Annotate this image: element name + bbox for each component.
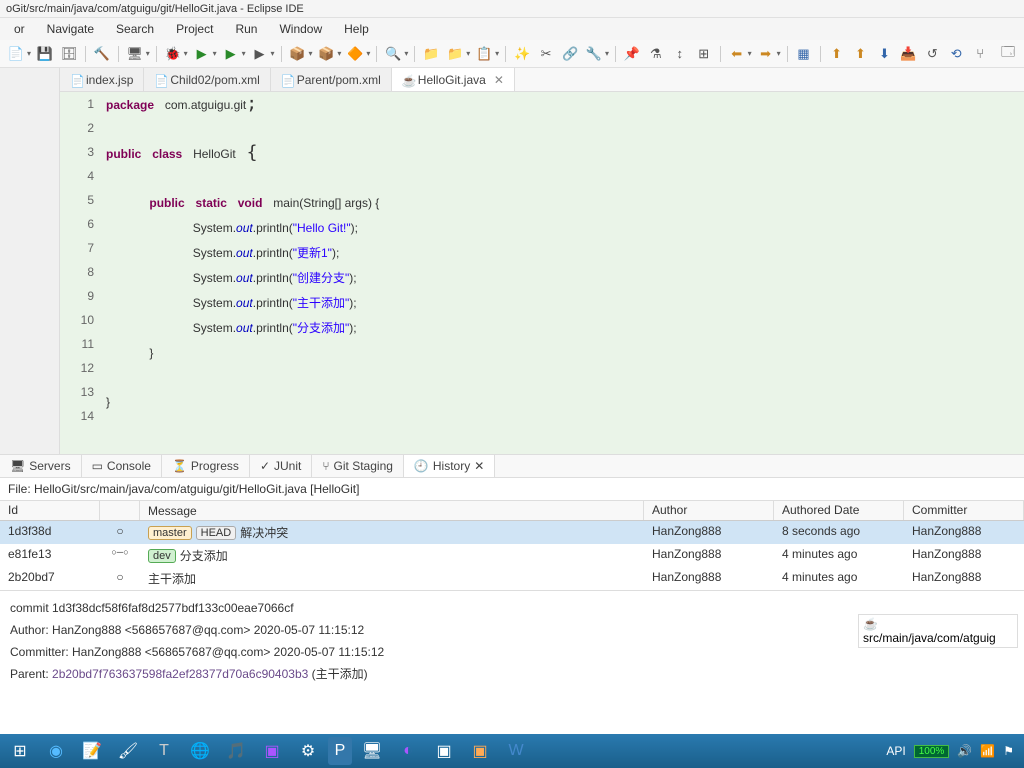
folder-icon[interactable]: 📁 [421,44,441,64]
search-icon[interactable]: 🔍 [383,44,403,64]
folder2-icon[interactable]: 📁 [445,44,465,64]
tab-console[interactable]: ▭ Console [82,455,162,477]
coverage-icon[interactable]: ▶ [221,44,241,64]
xml-icon: 📄 [281,74,293,86]
rebase-icon[interactable]: ⟲ [946,44,966,64]
editor-tabs: 📄index.jsp 📄Child02/pom.xml 📄Parent/pom.… [60,68,1024,92]
app-music[interactable]: 🎵 [220,737,252,765]
wand-icon[interactable]: ✨ [512,44,532,64]
app-brush[interactable]: 🖌 [112,737,144,765]
expand-icon[interactable]: ⊞ [694,44,714,64]
perspective-icon[interactable]: 🗔 [998,44,1018,64]
stash-icon[interactable]: 📥 [898,44,918,64]
grid-icon[interactable]: ▦ [794,44,814,64]
tab-git-staging[interactable]: ⑂ Git Staging [312,455,404,477]
menu-window[interactable]: Window [269,20,332,38]
xml-icon: 📄 [154,74,166,86]
system-tray: API 100% 🔊 📶 ⚑ [886,744,1020,758]
history-header: Id Message Author Authored Date Committe… [0,501,1024,521]
changed-file[interactable]: ☕ src/main/java/com/atguig [858,614,1018,648]
history-table[interactable]: 1d3f38d ○ masterHEAD解决冲突 HanZong888 8 se… [0,521,1024,590]
reset-icon[interactable]: ↺ [922,44,942,64]
menu-project[interactable]: Project [166,20,223,38]
line-gutter: 1234567891011121314 [60,92,102,454]
app-monitor[interactable]: 🖥 [356,737,388,765]
api-label: API [886,744,905,758]
app-orange[interactable]: ▣ [464,737,496,765]
tab-child-pom[interactable]: 📄Child02/pom.xml [144,68,270,91]
code-editor[interactable]: package com.atguigu.git; public class He… [102,92,1024,454]
merge-icon[interactable]: ⑂ [970,44,990,64]
app-intellij[interactable]: ▣ [428,737,460,765]
tab-index-jsp[interactable]: 📄index.jsp [60,68,144,91]
taskbar: ⊞ ◉ 📝 🖌 T 🌐 🎵 ▣ ⚙ P 🖥 ◐ ▣ ▣ W API 100% 🔊… [0,734,1024,768]
task-icon[interactable]: 📋 [474,44,494,64]
app-purple[interactable]: ▣ [256,737,288,765]
tray-icon[interactable]: 🔊 [957,744,972,758]
menu-navigate[interactable]: Navigate [37,20,104,38]
save-icon[interactable]: 💾 [35,44,55,64]
new-pkg-icon[interactable]: 📦 [288,44,308,64]
tray-icon[interactable]: ⚑ [1003,744,1014,758]
table-row[interactable]: 2b20bd7 ○ 主干添加 HanZong888 4 minutes ago … [0,567,1024,590]
server-icon[interactable]: 🖥 [125,44,145,64]
sort-icon[interactable]: ↕ [670,44,690,64]
link-icon[interactable]: 🔗 [560,44,580,64]
start-button[interactable]: ⊞ [4,737,36,765]
tray-icon[interactable]: 📶 [980,744,995,758]
tab-hellogit[interactable]: ☕HelloGit.java✕ [392,68,515,91]
table-row[interactable]: 1d3f38d ○ masterHEAD解决冲突 HanZong888 8 se… [0,521,1024,544]
app-teamviewer[interactable]: ◉ [40,737,72,765]
menu-run[interactable]: Run [225,20,267,38]
menu-search[interactable]: Search [106,20,164,38]
java-icon: ☕ [402,74,414,86]
app-text[interactable]: T [148,737,180,765]
history-file-path: File: HelloGit/src/main/java/com/atguigu… [0,478,1024,501]
pin-icon[interactable]: 📌 [622,44,642,64]
app-obs[interactable]: ⚙ [292,737,324,765]
app-word[interactable]: W [500,737,532,765]
cut-icon[interactable]: ✂ [536,44,556,64]
tab-history[interactable]: 🕘 History ✕ [404,455,495,477]
file-icon: 📄 [70,74,82,86]
close-icon[interactable]: ✕ [494,73,504,87]
tab-junit[interactable]: ✓ JUnit [250,455,312,477]
save-all-icon[interactable]: 🗄 [59,44,79,64]
app-chrome[interactable]: 🌐 [184,737,216,765]
filter-icon[interactable]: ⚗ [646,44,666,64]
table-row[interactable]: e81fe13 ○─○ dev分支添加 HanZong888 4 minutes… [0,544,1024,567]
toolbar: 📄▾ 💾 🗄 🔨 🖥▾ 🐞▾ ▶▾ ▶▾ ▶▾ 📦▾ 📦▾ 🔶▾ 🔍▾ 📁 📁▾… [0,40,1024,68]
open-type-icon[interactable]: 🔶 [345,44,365,64]
close-icon[interactable]: ✕ [474,459,484,473]
commit-parent: Parent: 2b20bd7f763637598fa2ef28377d70a6… [10,663,1014,685]
tools-icon[interactable]: 🔧 [584,44,604,64]
debug-icon[interactable]: 🐞 [163,44,183,64]
menubar: or Navigate Search Project Run Window He… [0,18,1024,40]
pull-icon[interactable]: ⬇ [874,44,894,64]
app-p[interactable]: P [328,737,352,765]
app-notepad[interactable]: 📝 [76,737,108,765]
menu-item[interactable]: or [4,20,35,38]
new-icon[interactable]: 📄 [6,44,26,64]
nav-back-icon[interactable]: ⬅ [727,44,747,64]
commit-icon[interactable]: ⬆ [827,44,847,64]
tab-progress[interactable]: ⏳ Progress [162,455,250,477]
new-class-icon[interactable]: 📦 [316,44,336,64]
left-margin [0,68,60,454]
run-icon[interactable]: ▶ [192,44,212,64]
bottom-views: 🖥 Servers ▭ Console ⏳ Progress ✓ JUnit ⑂… [0,454,1024,478]
battery-indicator[interactable]: 100% [914,745,950,758]
menu-help[interactable]: Help [334,20,379,38]
tab-servers[interactable]: 🖥 Servers [0,455,82,477]
tab-parent-pom[interactable]: 📄Parent/pom.xml [271,68,392,91]
app-eclipse[interactable]: ◐ [392,737,424,765]
hammer-icon[interactable]: 🔨 [92,44,112,64]
run-last-icon[interactable]: ▶ [250,44,270,64]
window-title: oGit/src/main/java/com/atguigu/git/Hello… [0,0,1024,18]
nav-fwd-icon[interactable]: ➡ [756,44,776,64]
push-icon[interactable]: ⬆ [850,44,870,64]
